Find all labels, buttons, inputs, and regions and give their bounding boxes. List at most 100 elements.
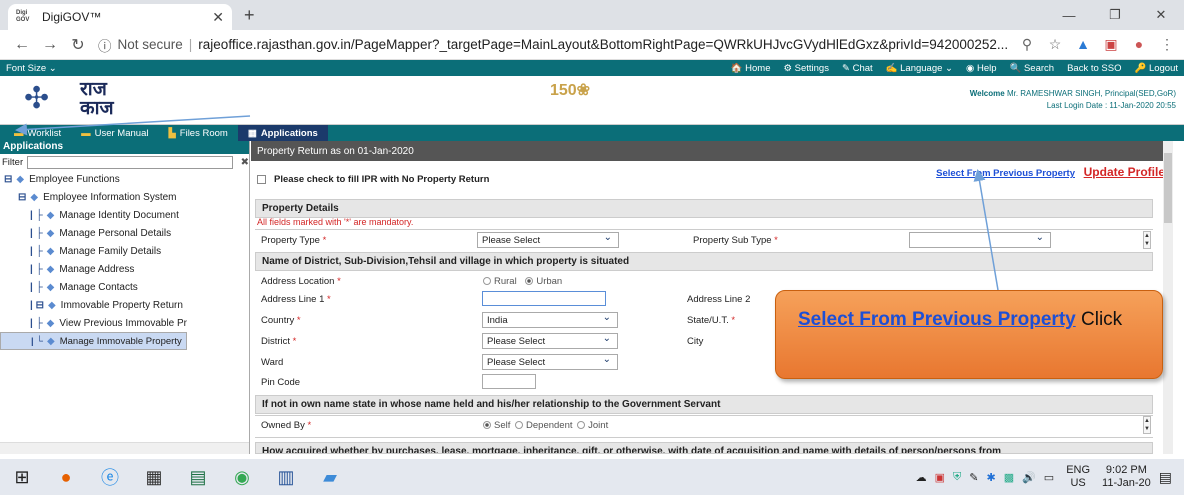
tree-item[interactable]: | ⊟ ◆ Immovable Property Return bbox=[0, 296, 249, 314]
logout-link[interactable]: 🔑 Logout bbox=[1134, 63, 1178, 74]
property-type-spinner[interactable]: ▲ ▼ bbox=[1143, 231, 1151, 249]
menu-applications[interactable]: ▦ Applications bbox=[237, 125, 328, 141]
tree-item-label: View Previous Immovable Pr bbox=[59, 317, 188, 329]
firefox-icon[interactable]: ● bbox=[44, 459, 88, 495]
mandatory-note: All fields marked with '*' are mandatory… bbox=[257, 217, 414, 227]
zoom-icon[interactable]: ⚲ bbox=[1018, 36, 1036, 53]
rajkaj-logo[interactable]: ✣ राज काज bbox=[24, 80, 114, 118]
browser-tab-strip: Digi GOV DigiGOV™ ✕ + — ❐ ✕ bbox=[0, 0, 1184, 30]
property-subtype-select[interactable]: ⌄ bbox=[909, 232, 1051, 248]
reload-icon[interactable]: ↻ bbox=[64, 35, 92, 55]
excel-icon[interactable]: ▤ bbox=[176, 459, 220, 495]
browser-tab[interactable]: Digi GOV DigiGOV™ ✕ bbox=[8, 4, 232, 30]
cloud-icon[interactable]: ☁ bbox=[916, 471, 927, 484]
clear-filter-icon[interactable]: ✖ bbox=[241, 157, 249, 168]
no-property-checkbox[interactable] bbox=[257, 175, 266, 184]
tree-item[interactable]: | ├ ◆ View Previous Immovable Pr bbox=[0, 314, 249, 332]
callout-link[interactable]: Select From Previous Property bbox=[798, 309, 1076, 330]
back-to-sso-link[interactable]: Back to SSO bbox=[1067, 63, 1121, 74]
tree-item[interactable]: ⊟ ◆ Employee Functions bbox=[0, 170, 249, 188]
property-type-select[interactable]: Please Select ⌄ bbox=[477, 232, 619, 248]
battery-icon[interactable]: ▭ bbox=[1044, 471, 1054, 484]
language-link[interactable]: ✍ Language ⌄ bbox=[886, 63, 953, 74]
not-secure-label: Not secure bbox=[117, 37, 183, 52]
tree-item[interactable]: | ├ ◆ Manage Identity Document bbox=[0, 206, 249, 224]
font-size-menu[interactable]: Font Size ⌄ bbox=[6, 63, 57, 74]
tree-item[interactable]: | ├ ◆ Manage Family Details bbox=[0, 242, 249, 260]
tree-item[interactable]: | ├ ◆ Manage Address bbox=[0, 260, 249, 278]
help-link[interactable]: ◉ Help bbox=[966, 63, 996, 74]
menu-worklist[interactable]: ▬ Worklist bbox=[4, 125, 71, 141]
ward-select[interactable]: Please Select ⌄ bbox=[482, 354, 618, 370]
pincode-label: Pin Code bbox=[261, 377, 301, 388]
settings-link[interactable]: ⚙ Settings bbox=[783, 63, 828, 74]
calculator-icon[interactable]: ▦ bbox=[132, 459, 176, 495]
tray-app2-icon[interactable]: ▩ bbox=[1004, 471, 1014, 484]
app-menu-bar: ▬ Worklist ▬ User Manual ▙ Files Room ▦ Appl… bbox=[0, 125, 1184, 141]
urban-radio[interactable] bbox=[525, 277, 534, 286]
extension-icon[interactable]: ▲ bbox=[1074, 36, 1092, 53]
main-vertical-scrollbar[interactable] bbox=[1163, 141, 1173, 454]
address-bar: ← → ↻ ⓘ Not secure | rajeoffice.rajastha… bbox=[0, 30, 1184, 60]
word-icon[interactable]: ▥ bbox=[264, 459, 308, 495]
page-title: Property Return as on 01-Jan-2020 bbox=[251, 141, 1173, 161]
restore-icon[interactable]: ❐ bbox=[1092, 0, 1138, 30]
clock[interactable]: 9:02 PM 11-Jan-20 bbox=[1102, 464, 1151, 490]
forward-icon[interactable]: → bbox=[36, 36, 64, 54]
tree-item[interactable]: | ├ ◆ Manage Personal Details bbox=[0, 224, 249, 242]
new-tab-icon[interactable]: + bbox=[244, 5, 255, 26]
language-indicator[interactable]: ENG US bbox=[1066, 464, 1090, 490]
menu-user-manual[interactable]: ▬ User Manual bbox=[71, 125, 158, 141]
update-profile-link[interactable]: Update Profile bbox=[1084, 165, 1165, 179]
bluetooth-icon[interactable]: ✱ bbox=[986, 471, 995, 484]
district-select[interactable]: Please Select ⌄ bbox=[482, 333, 618, 349]
tray-app-icon[interactable]: ▣ bbox=[935, 471, 945, 484]
chat-link[interactable]: ✎ Chat bbox=[842, 63, 873, 74]
back-icon[interactable]: ← bbox=[8, 36, 36, 54]
address-location-label: Address Location * bbox=[261, 276, 341, 287]
pen-icon[interactable]: ✎ bbox=[969, 471, 978, 484]
owned-by-spinner[interactable]: ▲ ▼ bbox=[1143, 416, 1151, 434]
section-acquired: How acquired whether by purchases, lease… bbox=[255, 442, 1153, 454]
close-window-icon[interactable]: ✕ bbox=[1138, 0, 1184, 30]
filter-input[interactable] bbox=[27, 155, 233, 169]
tree-item[interactable]: | └ ◆ Manage Immovable Property bbox=[0, 332, 187, 350]
security-icon[interactable]: ⛨ bbox=[953, 471, 961, 484]
search-link[interactable]: 🔍 Search bbox=[1010, 63, 1055, 74]
select-from-previous-property-link[interactable]: Select From Previous Property bbox=[936, 168, 1075, 179]
home-link[interactable]: 🏠 Home bbox=[731, 63, 771, 74]
country-select[interactable]: India ⌄ bbox=[482, 312, 618, 328]
site-top-bar: Font Size ⌄ 🏠 Home ⚙ Settings ✎ Chat ✍ L… bbox=[0, 60, 1184, 76]
profile-avatar-icon[interactable]: ● bbox=[1130, 36, 1148, 53]
tree-guide-icon: | ⊟ bbox=[30, 299, 44, 311]
tree-guide-icon: | ├ bbox=[30, 317, 43, 329]
owned-joint-radio[interactable] bbox=[577, 421, 586, 430]
tree-item[interactable]: | ├ ◆ Manage Contacts bbox=[0, 278, 249, 296]
internet-explorer-icon[interactable]: ⓔ bbox=[88, 459, 132, 495]
pincode-input[interactable] bbox=[482, 374, 536, 389]
tree-item-label: Manage Family Details bbox=[59, 245, 162, 257]
ward-label: Ward bbox=[261, 357, 284, 368]
tree-item-label: Immovable Property Return bbox=[60, 299, 183, 311]
menu-icon[interactable]: ⋮ bbox=[1158, 36, 1176, 53]
tree-item[interactable]: ⊟ ◆ Employee Information System bbox=[0, 188, 249, 206]
owned-self-radio[interactable] bbox=[483, 421, 491, 430]
windows-start-icon[interactable]: ⊞ bbox=[0, 459, 44, 495]
rural-radio[interactable] bbox=[483, 277, 491, 286]
chrome-icon[interactable]: ◉ bbox=[220, 459, 264, 495]
sidebar-horizontal-scrollbar[interactable] bbox=[0, 442, 249, 454]
extension-icon[interactable]: ▣ bbox=[1102, 36, 1120, 53]
tree-item-label: Manage Contacts bbox=[59, 281, 138, 293]
volume-icon[interactable]: 🔊 bbox=[1022, 471, 1036, 484]
url-input[interactable]: ⓘ Not secure | rajeoffice.rajasthan.gov.… bbox=[98, 34, 1010, 56]
close-tab-icon[interactable]: ✕ bbox=[212, 9, 224, 26]
menu-files-room[interactable]: ▙ Files Room bbox=[158, 125, 237, 141]
info-icon[interactable]: ⓘ bbox=[98, 35, 112, 55]
owned-dependent-radio[interactable] bbox=[515, 421, 524, 430]
bookmark-star-icon[interactable]: ☆ bbox=[1046, 36, 1064, 53]
address-line1-input[interactable] bbox=[482, 291, 606, 306]
app-icon[interactable]: ▰ bbox=[308, 459, 352, 495]
notifications-icon[interactable]: ▤ bbox=[1159, 469, 1172, 486]
tree-item-label: Manage Identity Document bbox=[59, 209, 179, 221]
minimize-icon[interactable]: — bbox=[1046, 0, 1092, 30]
